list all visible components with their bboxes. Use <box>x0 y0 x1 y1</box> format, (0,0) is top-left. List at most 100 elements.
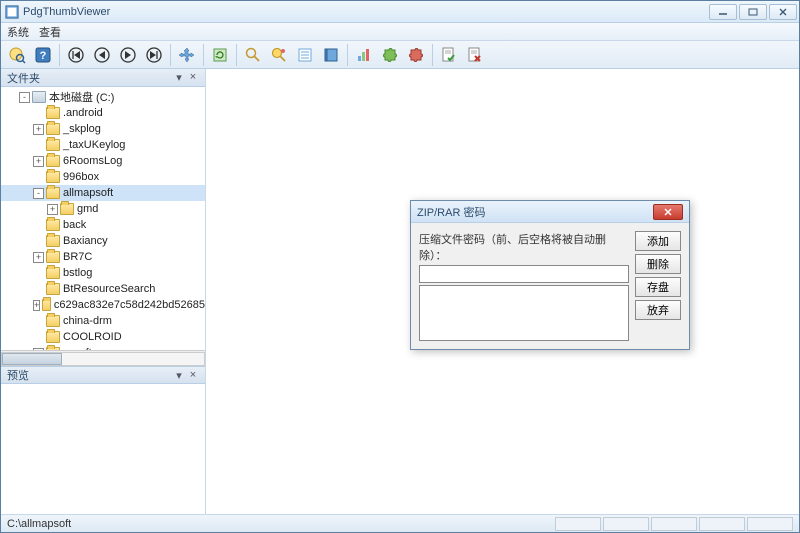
menu-view[interactable]: 查看 <box>39 24 61 40</box>
nav-last-icon[interactable] <box>142 43 166 67</box>
globe-search-icon[interactable] <box>5 43 29 67</box>
drive-icon <box>32 91 46 103</box>
status-cell <box>603 517 649 531</box>
expand-icon[interactable]: + <box>33 124 44 135</box>
expand-icon[interactable]: + <box>33 300 40 311</box>
tree-item[interactable]: -allmapsoft <box>1 185 205 201</box>
tree-item[interactable]: + BR7C <box>1 249 205 265</box>
folders-panel-header: 文件夹 ▾× <box>1 69 205 87</box>
menubar: 系统 查看 <box>1 23 799 41</box>
sheet-x-icon[interactable] <box>463 43 487 67</box>
hscroll-thumb[interactable] <box>2 353 62 365</box>
tree-item[interactable]: + gmd <box>1 201 205 217</box>
delete-button[interactable]: 删除 <box>635 254 681 274</box>
collapse-icon[interactable]: - <box>19 92 30 103</box>
password-input[interactable] <box>419 265 629 283</box>
dialog-label: 压缩文件密码（前、后空格将被自动删除）： <box>419 231 629 263</box>
expand-icon[interactable]: + <box>47 204 58 215</box>
nav-prev-icon[interactable] <box>90 43 114 67</box>
menu-system[interactable]: 系统 <box>7 24 29 40</box>
dialog-title: ZIP/RAR 密码 <box>417 204 653 220</box>
collapse-icon[interactable]: - <box>33 188 44 199</box>
close-button[interactable] <box>769 4 797 20</box>
toolbar-separator <box>347 44 348 66</box>
folder-icon <box>46 267 60 279</box>
dialog-titlebar[interactable]: ZIP/RAR 密码 <box>411 201 689 223</box>
status-path: C:\allmapsoft <box>7 518 71 530</box>
expand-spacer <box>33 140 44 151</box>
app-icon <box>5 5 19 19</box>
help-icon[interactable]: ? <box>31 43 55 67</box>
minimize-button[interactable] <box>709 4 737 20</box>
expand-spacer <box>33 332 44 343</box>
tree-label: COOLROID <box>63 331 122 343</box>
folder-icon <box>46 139 60 151</box>
toolbar-separator <box>59 44 60 66</box>
expand-icon[interactable]: + <box>33 156 44 167</box>
tree-item[interactable]: 996box <box>1 169 205 185</box>
toolbar-separator <box>203 44 204 66</box>
tree-item[interactable]: + _skplog <box>1 121 205 137</box>
expand-spacer <box>33 316 44 327</box>
discard-button[interactable]: 放弃 <box>635 300 681 320</box>
expand-spacer <box>33 268 44 279</box>
status-cell <box>699 517 745 531</box>
folder-icon <box>46 283 60 295</box>
sheet-check-icon[interactable] <box>437 43 461 67</box>
refresh-icon[interactable] <box>208 43 232 67</box>
panel-close-icon[interactable]: × <box>187 369 199 382</box>
panel-pin-icon[interactable]: ▾ <box>173 369 185 382</box>
tree-hscrollbar[interactable] <box>1 350 205 366</box>
tree-label: Baxiancy <box>63 235 108 247</box>
puzzle-green-icon[interactable] <box>378 43 402 67</box>
maximize-button[interactable] <box>739 4 767 20</box>
tree-label: BR7C <box>63 251 92 263</box>
tree-item[interactable]: .android <box>1 105 205 121</box>
expand-spacer <box>33 108 44 119</box>
move-icon[interactable] <box>175 43 199 67</box>
tree-item[interactable]: +6RoomsLog <box>1 153 205 169</box>
folder-icon <box>46 235 60 247</box>
zoom-icon[interactable] <box>241 43 265 67</box>
preview-panel-header: 预览 ▾× <box>1 366 205 384</box>
nav-next-icon[interactable] <box>116 43 140 67</box>
status-cell <box>555 517 601 531</box>
svg-text:?: ? <box>40 50 47 62</box>
tree-item[interactable]: back <box>1 217 205 233</box>
puzzle-red-icon[interactable] <box>404 43 428 67</box>
tree-item[interactable]: COOLROID <box>1 329 205 345</box>
add-button[interactable]: 添加 <box>635 231 681 251</box>
sidebar: 文件夹 ▾× -本地磁盘 (C:).android+_skplog_taxUKe… <box>1 69 206 514</box>
tree-item[interactable]: +c629ac832e7c58d242bd52685 <box>1 297 205 313</box>
tree-label: .android <box>63 107 103 119</box>
tree-item[interactable]: bstlog <box>1 265 205 281</box>
panel-close-icon[interactable]: × <box>187 71 199 84</box>
tree-label: 996box <box>63 171 99 183</box>
book-icon[interactable] <box>319 43 343 67</box>
titlebar[interactable]: PdgThumbViewer <box>1 1 799 23</box>
password-list[interactable] <box>419 285 629 341</box>
tree-item[interactable]: -本地磁盘 (C:) <box>1 89 205 105</box>
expand-spacer <box>33 220 44 231</box>
tree-item[interactable]: BtResourceSearch <box>1 281 205 297</box>
folder-icon <box>46 171 60 183</box>
tree-item[interactable]: Baxiancy <box>1 233 205 249</box>
tree-label: back <box>63 219 86 231</box>
tree-label: gmd <box>77 203 98 215</box>
tree-item[interactable]: _taxUKeylog <box>1 137 205 153</box>
panel-pin-icon[interactable]: ▾ <box>173 71 185 84</box>
folders-panel-title: 文件夹 <box>7 70 40 86</box>
expand-spacer <box>33 284 44 295</box>
tree-item[interactable]: china-drm <box>1 313 205 329</box>
save-button[interactable]: 存盘 <box>635 277 681 297</box>
nav-first-icon[interactable] <box>64 43 88 67</box>
tree-label: _skplog <box>63 123 101 135</box>
dialog-close-button[interactable] <box>653 204 683 220</box>
folder-icon <box>46 123 60 135</box>
zoom-color-icon[interactable] <box>267 43 291 67</box>
expand-icon[interactable]: + <box>33 252 44 263</box>
chart-icon[interactable] <box>352 43 376 67</box>
list-icon[interactable] <box>293 43 317 67</box>
folder-tree[interactable]: -本地磁盘 (C:) .android + _skplog _taxUKeylog+6R… <box>1 87 205 350</box>
folder-icon <box>46 107 60 119</box>
